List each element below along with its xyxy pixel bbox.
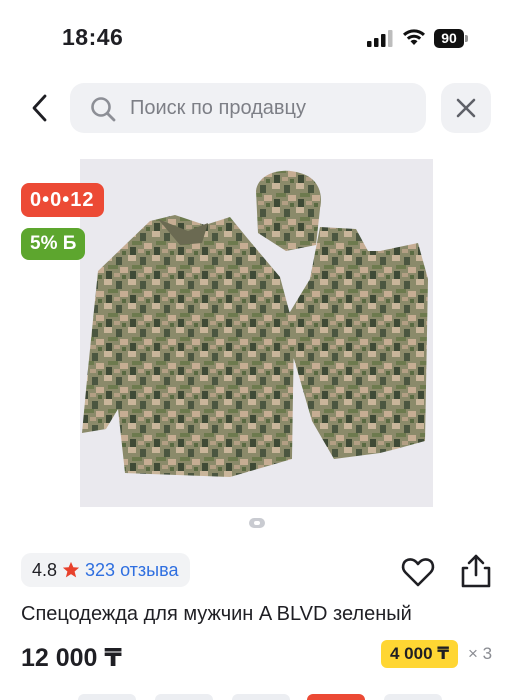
close-button[interactable] xyxy=(441,83,491,133)
search-input[interactable] xyxy=(130,83,416,133)
product-photo[interactable] xyxy=(80,159,433,507)
battery-cap xyxy=(465,34,468,42)
reviews-link[interactable]: 323 отзыва xyxy=(85,560,178,581)
battery-icon: 90 xyxy=(434,28,468,48)
product-price: 12 000 ₸ xyxy=(21,644,122,672)
hint-block xyxy=(232,694,290,700)
promo-badge: 0•0•12 xyxy=(21,183,104,217)
cashback-badge: 5% Б xyxy=(21,228,86,260)
battery-level: 90 xyxy=(434,28,464,48)
search-box[interactable] xyxy=(70,83,426,133)
camouflage-uniform-image xyxy=(80,159,433,507)
rating-pill[interactable]: 4.8 323 отзыва xyxy=(21,553,190,587)
search-icon xyxy=(91,97,116,122)
star-icon xyxy=(62,561,80,578)
hint-block xyxy=(307,694,365,700)
hint-block xyxy=(155,694,213,700)
installment-badge[interactable]: 4 000 ₸ xyxy=(381,640,459,668)
carousel-indicator xyxy=(249,518,265,528)
wifi-icon xyxy=(403,29,425,45)
status-time: 18:46 xyxy=(62,24,124,50)
heart-icon[interactable] xyxy=(401,556,435,588)
back-button[interactable] xyxy=(22,86,58,130)
close-icon xyxy=(456,98,476,118)
search-header xyxy=(0,80,513,136)
product-title: Спецодежда для мужчин A BLVD зеленый xyxy=(21,603,412,625)
hint-block xyxy=(78,694,136,700)
signal-icon xyxy=(367,30,393,47)
hint-block xyxy=(384,694,442,700)
status-bar: 18:46 90 xyxy=(0,0,513,70)
product-gallery[interactable]: 0•0•12 5% Б xyxy=(0,150,513,540)
next-section-hint xyxy=(0,694,513,700)
product-screen: 18:46 90 Поиск по продавцу 0•0•12 5% Б 4… xyxy=(0,0,513,700)
share-icon[interactable] xyxy=(459,553,493,589)
installment-multiplier: × 3 xyxy=(468,644,493,663)
rating-value: 4.8 xyxy=(32,559,58,580)
chevron-left-icon xyxy=(32,94,47,122)
